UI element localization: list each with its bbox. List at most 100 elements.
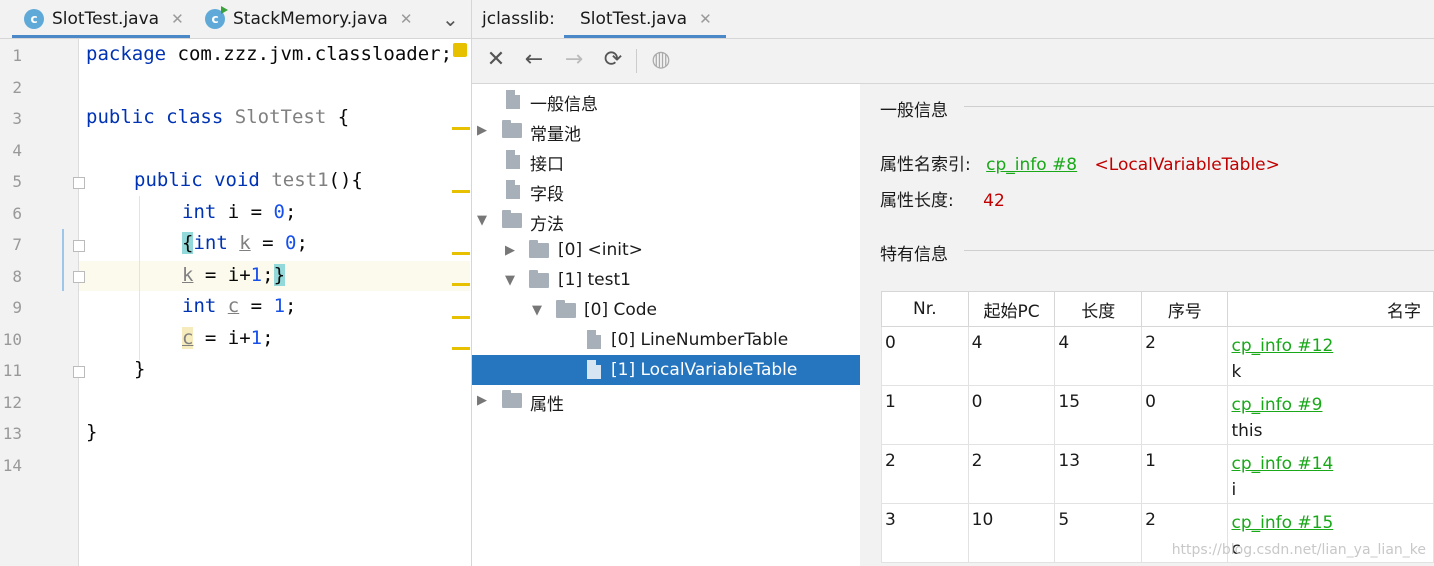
warning-stripe[interactable]	[452, 252, 470, 255]
cell-length: 13	[1054, 444, 1143, 504]
tree-item-label: 字段	[530, 185, 564, 205]
tree-item-method-init[interactable]: ▶ [0] <init>	[472, 235, 860, 265]
warning-indicator-icon[interactable]	[453, 43, 467, 57]
attr-name-index-value: <LocalVariableTable>	[1094, 155, 1280, 175]
attr-name-index-row: 属性名索引: cp_info #8 <LocalVariableTable>	[880, 150, 1280, 175]
document-icon	[587, 360, 601, 379]
toolbar-separator	[636, 49, 637, 73]
warning-stripe[interactable]	[452, 190, 470, 193]
collapse-arrow-icon[interactable]: ▼	[477, 213, 487, 228]
close-icon[interactable]: ✕	[400, 10, 413, 28]
indent-guide	[139, 196, 140, 360]
tree-item-fields[interactable]: 字段	[472, 175, 860, 205]
name-link[interactable]: cp_info #12	[1231, 336, 1333, 356]
cell-index: 0	[1141, 385, 1229, 445]
line-number: 14	[2, 456, 22, 475]
tree-item-constant-pool[interactable]: ▶ 常量池	[472, 115, 860, 145]
section-general-info-title: 一般信息	[880, 101, 948, 121]
tree-item-local-variable-table[interactable]: [1] LocalVariableTable	[472, 355, 860, 385]
document-icon	[506, 180, 520, 199]
tree-item-attributes[interactable]: ▶ 属性	[472, 385, 860, 415]
name-link[interactable]: cp_info #15	[1231, 513, 1333, 533]
close-icon[interactable]: ✕	[699, 10, 712, 28]
name-value: this	[1231, 421, 1263, 441]
column-header-length[interactable]: 长度	[1054, 291, 1143, 327]
tab-stackmemory-java[interactable]: c StackMemory.java ✕	[205, 0, 412, 38]
tree-item-label: 属性	[530, 395, 564, 415]
folder-icon	[502, 120, 522, 138]
tree-item-method-test1[interactable]: ▼ [1] test1	[472, 265, 860, 295]
column-header-start-pc[interactable]: 起始PC	[967, 291, 1056, 327]
expand-arrow-icon[interactable]: ▶	[477, 393, 487, 408]
attr-length-row: 属性长度: 42	[880, 186, 1005, 211]
refresh-icon[interactable]: ⟳	[599, 47, 627, 72]
folder-icon	[529, 270, 549, 288]
tree-item-methods[interactable]: ▼ 方法	[472, 205, 860, 235]
fold-marker[interactable]	[73, 366, 85, 378]
tab-jclasslib-slottest[interactable]: SlotTest.java ✕	[580, 0, 712, 38]
tabs-dropdown-button[interactable]: ⌄	[442, 0, 459, 38]
tree-item-label: [0] <init>	[558, 240, 643, 260]
fold-marker[interactable]	[73, 177, 85, 189]
fold-marker[interactable]	[73, 240, 85, 252]
tree-item-interfaces[interactable]: 接口	[472, 145, 860, 175]
warning-stripe[interactable]	[452, 283, 470, 286]
line-number: 13	[2, 424, 22, 443]
tree-item-label: [1] LocalVariableTable	[611, 360, 798, 380]
table-row[interactable]: 2 2 13 1 cp_info #14 i	[881, 444, 1434, 504]
close-icon[interactable]: ✕	[171, 10, 184, 28]
line-number: 10	[2, 330, 22, 349]
watermark: https://blog.csdn.net/lian_ya_lian_ke	[1171, 542, 1426, 558]
tree-item-general-info[interactable]: 一般信息	[472, 85, 860, 115]
globe-icon[interactable]: ◍	[647, 47, 675, 72]
table-row[interactable]: 1 0 15 0 cp_info #9 this	[881, 385, 1434, 445]
back-arrow-icon[interactable]: ←	[520, 47, 548, 72]
collapse-arrow-icon[interactable]: ▼	[505, 273, 515, 288]
tree-item-label: 方法	[530, 215, 564, 235]
cell-name: cp_info #14 i	[1227, 444, 1434, 504]
expand-arrow-icon[interactable]: ▶	[477, 123, 487, 138]
cell-start-pc: 4	[967, 326, 1056, 386]
tab-label: SlotTest.java	[580, 9, 688, 29]
close-icon[interactable]: ✕	[482, 47, 510, 72]
cell-name: cp_info #12 k	[1227, 326, 1434, 386]
line-number: 1	[12, 46, 22, 65]
code-line-8: k = i+1;}	[182, 264, 286, 286]
folder-icon	[502, 390, 522, 408]
tree-item-label: [0] LineNumberTable	[611, 330, 789, 350]
tab-slottest-java[interactable]: c SlotTest.java ✕	[24, 0, 184, 38]
code-line-11: }	[134, 358, 146, 380]
expand-arrow-icon[interactable]: ▶	[505, 243, 515, 258]
class-structure-tree: 一般信息 ▶ 常量池 接口 字段 ▼ 方法 ▶ [0] <init> ▼ [1]…	[472, 84, 860, 566]
line-number: 4	[12, 141, 22, 160]
cell-name: cp_info #9 this	[1227, 385, 1434, 445]
cell-nr: 3	[881, 503, 969, 563]
cell-start-pc: 2	[967, 444, 1056, 504]
folder-icon	[502, 210, 522, 228]
tree-item-line-number-table[interactable]: [0] LineNumberTable	[472, 325, 860, 355]
name-link[interactable]: cp_info #9	[1231, 395, 1322, 415]
collapse-arrow-icon[interactable]: ▼	[532, 303, 542, 318]
section-separator	[964, 250, 1434, 251]
column-header-nr[interactable]: Nr.	[881, 291, 969, 327]
name-link[interactable]: cp_info #14	[1231, 454, 1333, 474]
cell-nr: 2	[881, 444, 969, 504]
tree-item-code[interactable]: ▼ [0] Code	[472, 295, 860, 325]
column-header-index[interactable]: 序号	[1141, 291, 1229, 327]
warning-stripe[interactable]	[452, 347, 470, 350]
code-line-5: public void test1(){	[134, 169, 363, 191]
fold-marker[interactable]	[73, 271, 85, 283]
table-row[interactable]: 0 4 4 2 cp_info #12 k	[881, 326, 1434, 386]
active-tab-indicator	[12, 35, 190, 38]
section-separator	[964, 106, 1434, 107]
attr-name-index-link[interactable]: cp_info #8	[986, 155, 1077, 175]
java-class-run-icon: c	[205, 6, 228, 29]
warning-stripe[interactable]	[452, 127, 470, 130]
column-header-name[interactable]: 名字	[1227, 291, 1434, 327]
line-number: 9	[12, 298, 22, 317]
tree-item-label: 接口	[530, 155, 564, 175]
warning-stripe[interactable]	[452, 316, 470, 319]
jclasslib-prefix: jclasslib:	[482, 0, 555, 38]
line-number: 11	[2, 361, 22, 380]
cell-nr: 1	[881, 385, 969, 445]
